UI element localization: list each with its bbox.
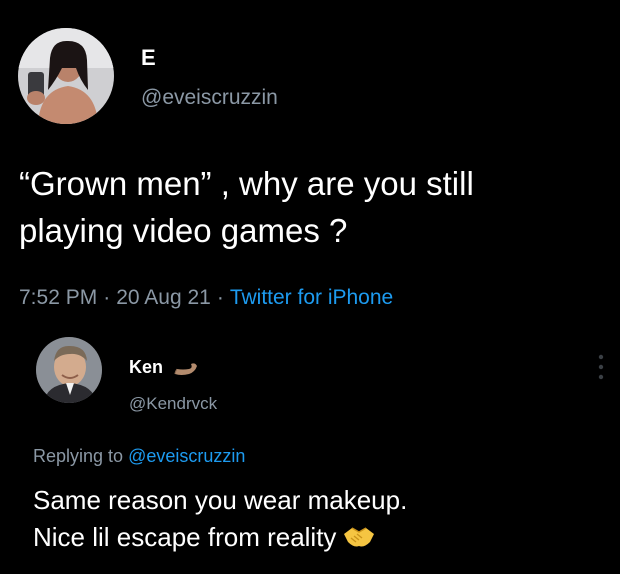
main-display-name[interactable]: E xyxy=(141,45,156,71)
replying-prefix: Replying to xyxy=(33,446,124,466)
main-tweet: E @eveiscruzzin “Grown men” , why are yo… xyxy=(0,0,620,330)
reply-tweet-text-line: Nice lil escape from reality xyxy=(33,522,337,552)
tweet-time[interactable]: 7:52 PM xyxy=(19,286,97,309)
replying-to: Replying to @eveiscruzzin xyxy=(33,446,245,467)
reply-handle[interactable]: @Kendrvck xyxy=(129,394,217,414)
main-tweet-text-line: playing video games ? xyxy=(19,212,348,249)
more-vertical-icon[interactable] xyxy=(597,352,605,382)
reply-avatar[interactable] xyxy=(36,337,102,403)
meta-separator: · xyxy=(216,286,224,309)
main-handle[interactable]: @eveiscruzzin xyxy=(141,86,278,110)
flexed-arm-icon xyxy=(174,363,197,375)
tweet-date[interactable]: 20 Aug 21 xyxy=(116,286,211,309)
replying-mention-link[interactable]: @eveiscruzzin xyxy=(128,446,245,466)
reply-tweet-text: Same reason you wear makeup. Nice lil es… xyxy=(33,482,603,556)
main-avatar[interactable] xyxy=(18,28,114,124)
reply-display-name[interactable]: Ken xyxy=(129,357,163,378)
profile-photo-icon xyxy=(36,337,102,403)
tweet-metadata: 7:52 PM · 20 Aug 21 · Twitter for iPhone xyxy=(19,286,393,310)
reply-tweet-text-line: Same reason you wear makeup. xyxy=(33,485,408,515)
main-tweet-text-line: “Grown men” , why are you still xyxy=(19,165,474,202)
main-tweet-text: “Grown men” , why are you still playing … xyxy=(19,160,609,254)
tweet-source-link[interactable]: Twitter for iPhone xyxy=(230,286,393,309)
handshake-icon xyxy=(344,527,375,547)
profile-photo-icon xyxy=(18,28,114,124)
reply-tweet-text-line-2: Nice lil escape from reality xyxy=(33,519,603,556)
meta-separator: · xyxy=(103,286,111,309)
